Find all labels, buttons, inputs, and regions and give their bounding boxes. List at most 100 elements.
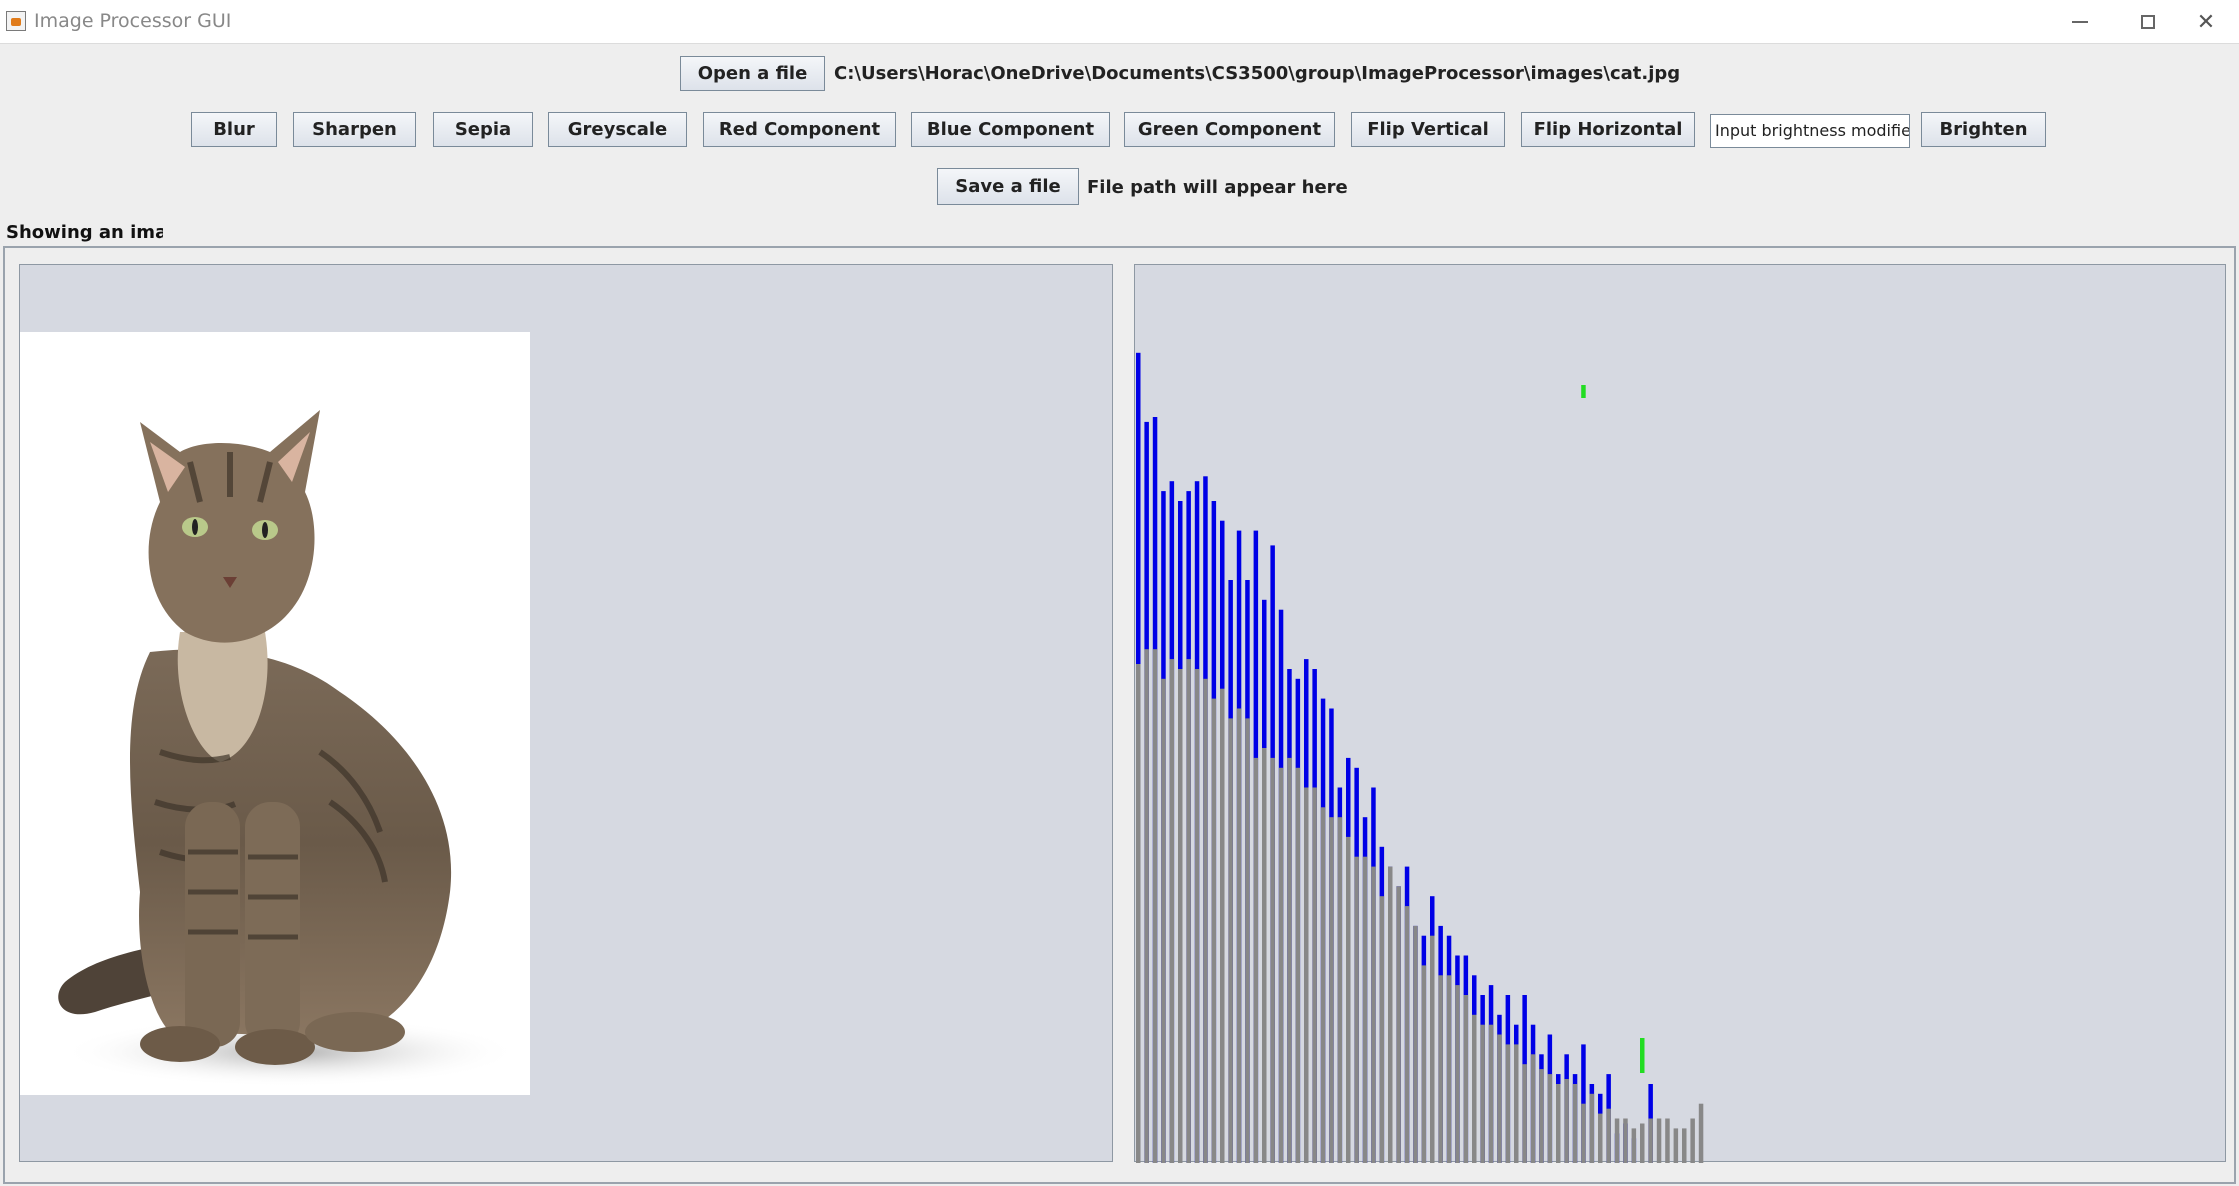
java-app-icon	[6, 11, 26, 31]
histogram-bar-gray	[1270, 757, 1275, 1163]
histogram-bar-gray	[1446, 975, 1452, 1163]
histogram-bar-gray	[1480, 1024, 1485, 1163]
histogram-bar-gray	[1581, 1103, 1586, 1163]
histogram-bar-gray	[1262, 748, 1267, 1163]
histogram-bar-gray	[1614, 1118, 1620, 1163]
histogram-bar-gray	[1194, 669, 1200, 1163]
histogram-bar-gray	[1295, 767, 1301, 1163]
histogram-bar-gray	[1623, 1118, 1628, 1163]
histogram-bar-gray	[1438, 975, 1443, 1163]
red-component-button[interactable]: Red Component	[703, 112, 896, 147]
histogram-bar-gray	[1253, 757, 1259, 1163]
histogram-bar-gray	[1346, 836, 1351, 1163]
histogram-bar-green	[1581, 385, 1586, 398]
blue-component-button[interactable]: Blue Component	[911, 112, 1110, 147]
histogram-bar-gray	[1656, 1118, 1662, 1163]
cat-image	[20, 332, 530, 1095]
histogram-bar-gray	[1396, 886, 1401, 1163]
histogram-bar-gray	[1169, 659, 1175, 1163]
histogram-bar-gray	[1329, 817, 1334, 1163]
histogram-bar-gray	[1698, 1103, 1704, 1163]
histogram-bar-gray	[1203, 678, 1208, 1163]
flip-vertical-button[interactable]: Flip Vertical	[1351, 112, 1505, 147]
histogram-bar-gray	[1245, 718, 1250, 1163]
histogram-bar-gray	[1665, 1118, 1670, 1163]
open-file-button[interactable]: Open a file	[680, 56, 825, 91]
histogram-bar-gray	[1136, 664, 1141, 1163]
histogram-bar-gray	[1354, 856, 1359, 1163]
histogram-bar-gray	[1640, 1123, 1645, 1163]
histogram-bar-gray	[1488, 1024, 1494, 1163]
window-title: Image Processor GUI	[34, 10, 232, 32]
greyscale-button[interactable]: Greyscale	[548, 112, 687, 147]
opened-file-path: C:\Users\Horac\OneDrive\Documents\CS3500…	[834, 63, 1681, 84]
blur-button[interactable]: Blur	[191, 112, 277, 147]
histogram-bar-gray	[1589, 1093, 1595, 1163]
histogram-bar-gray	[1186, 659, 1191, 1163]
histogram-bar-gray	[1404, 906, 1410, 1163]
histogram-bar-gray	[1606, 1108, 1611, 1163]
histogram-bar-gray	[1539, 1069, 1544, 1163]
brightness-input[interactable]: Input brightness modifier	[1710, 114, 1910, 148]
histogram-bar-gray	[1220, 688, 1225, 1163]
histogram-bar-gray	[1631, 1128, 1637, 1163]
histogram-bar-gray	[1362, 856, 1368, 1163]
histogram-bar-gray	[1388, 866, 1393, 1163]
histogram-bar-gray	[1320, 807, 1326, 1163]
histogram-bar-gray	[1497, 1034, 1502, 1163]
histogram-bar-gray	[1673, 1128, 1679, 1163]
flip-horizontal-button[interactable]: Flip Horizontal	[1521, 112, 1695, 147]
status-label: Showing an image	[6, 222, 163, 243]
histogram-bar-gray	[1505, 1044, 1511, 1163]
histogram-bar-green	[1640, 1038, 1645, 1073]
title-bar: Image Processor GUI ✕	[0, 0, 2239, 44]
app-window: Image Processor GUI ✕ Open a file C:\Use…	[0, 0, 2239, 1186]
histogram-bar-gray	[1682, 1128, 1687, 1163]
histogram-bar-gray	[1463, 995, 1469, 1163]
sepia-button[interactable]: Sepia	[433, 112, 533, 147]
histogram-bar-gray	[1572, 1084, 1578, 1163]
green-component-button[interactable]: Green Component	[1124, 112, 1335, 147]
histogram-bar-gray	[1413, 925, 1418, 1163]
close-button[interactable]: ✕	[2172, 0, 2239, 44]
histogram-bar-gray	[1472, 1014, 1477, 1163]
histogram-panel	[1134, 264, 2226, 1163]
histogram-bar-gray	[1598, 1113, 1603, 1163]
histogram-bar-gray	[1228, 718, 1233, 1163]
histogram-bar-gray	[1455, 985, 1460, 1163]
histogram-bar-gray	[1236, 708, 1242, 1163]
histogram-bar-gray	[1287, 757, 1292, 1163]
histogram-bar-gray	[1530, 1054, 1536, 1163]
histogram-bar-gray	[1421, 965, 1427, 1163]
histogram-bar-gray	[1178, 669, 1183, 1163]
image-panel[interactable]	[19, 264, 1113, 1162]
save-file-path: File path will appear here	[1087, 177, 1348, 198]
histogram-chart	[1136, 352, 1704, 1163]
brighten-button[interactable]: Brighten	[1921, 112, 2046, 147]
histogram-bar-gray	[1144, 649, 1149, 1163]
close-icon: ✕	[2196, 9, 2216, 35]
histogram-bar-gray	[1547, 1074, 1553, 1163]
histogram-bar-gray	[1304, 787, 1309, 1163]
histogram-bar-gray	[1312, 787, 1317, 1163]
minimize-button[interactable]	[2046, 0, 2114, 44]
histogram-bar-gray	[1564, 1079, 1569, 1163]
histogram-bar-gray	[1211, 698, 1217, 1163]
save-file-button[interactable]: Save a file	[937, 168, 1079, 205]
sharpen-button[interactable]: Sharpen	[293, 112, 416, 147]
histogram-bar-gray	[1161, 678, 1166, 1163]
histogram-bar-gray	[1556, 1084, 1561, 1163]
histogram-bar-gray	[1379, 896, 1385, 1163]
histogram-bar-gray	[1430, 935, 1435, 1163]
histogram-bar-gray	[1648, 1118, 1653, 1163]
histogram-bar-gray	[1371, 866, 1376, 1163]
histogram-bar-gray	[1152, 649, 1158, 1163]
histogram-bar-gray	[1514, 1044, 1519, 1163]
histogram-bar-gray	[1690, 1118, 1695, 1163]
histogram-bar-gray	[1278, 767, 1284, 1163]
histogram-bar-gray	[1522, 1064, 1527, 1163]
cat-image-illustration	[20, 332, 530, 1095]
histogram-bar-gray	[1337, 817, 1343, 1163]
maximize-icon	[2141, 15, 2155, 29]
minimize-icon	[2072, 21, 2088, 23]
